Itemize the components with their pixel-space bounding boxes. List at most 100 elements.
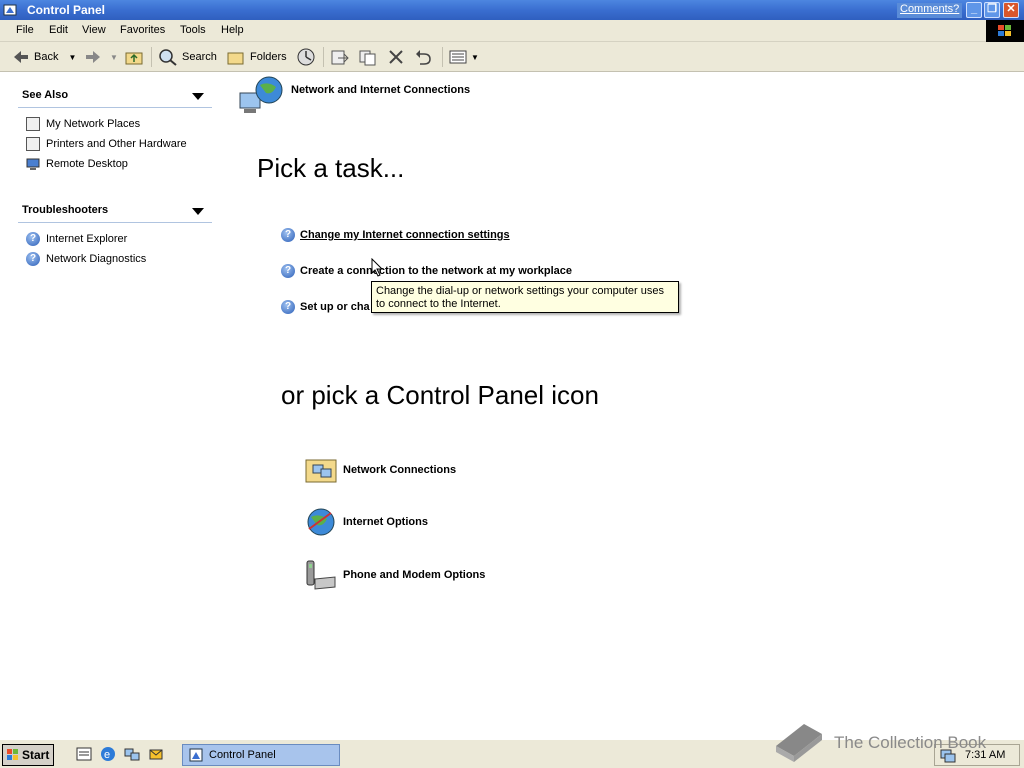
menu-bar: File Edit View Favorites Tools Help <box>0 20 1024 42</box>
search-icon <box>159 49 177 66</box>
section-divider <box>18 107 212 108</box>
folders-label: Folders <box>250 51 287 63</box>
task-label: Set up or cha <box>300 301 370 313</box>
tooltip: Change the dial-up or network settings y… <box>371 281 679 313</box>
link-label: Network Diagnostics <box>46 253 147 265</box>
folders-button[interactable]: Folders <box>226 47 287 67</box>
remote-desktop-icon <box>26 158 40 170</box>
history-button[interactable] <box>296 47 316 67</box>
svg-text:e: e <box>104 749 110 761</box>
forward-button[interactable]: ▼ <box>84 47 118 67</box>
cp-label: Network Connections <box>343 464 457 476</box>
troubleshooters-collapse-icon[interactable] <box>192 208 204 215</box>
views-dropdown-icon[interactable]: ▼ <box>471 53 479 62</box>
close-button[interactable]: ✕ <box>1003 2 1019 18</box>
menu-view[interactable]: View <box>82 24 106 36</box>
watermark: The Collection Book <box>772 720 1012 766</box>
taskbar-item-control-panel[interactable]: Control Panel <box>182 744 340 766</box>
pick-icon-heading: or pick a Control Panel icon <box>281 380 599 410</box>
undo-icon <box>416 50 431 65</box>
copy-to-icon <box>359 50 376 66</box>
back-label: Back <box>34 51 59 63</box>
category-heading: Network and Internet Connections <box>291 84 471 96</box>
network-tray-icon[interactable] <box>124 746 140 762</box>
help-icon: ? <box>26 252 40 266</box>
link-internet-explorer[interactable]: ? Internet Explorer <box>26 232 127 246</box>
link-printers-hardware[interactable]: Printers and Other Hardware <box>26 137 187 151</box>
toolbar-separator <box>151 47 152 67</box>
minimize-button[interactable]: _ <box>966 2 982 18</box>
mouse-cursor-icon <box>371 258 384 277</box>
task-change-connection[interactable]: ? Change my Internet connection settings <box>281 228 510 242</box>
forward-arrow-icon <box>86 51 100 63</box>
back-dropdown-icon[interactable]: ▼ <box>68 53 76 62</box>
windows-logo <box>986 20 1024 42</box>
link-my-network-places[interactable]: My Network Places <box>26 117 140 131</box>
search-label: Search <box>182 51 217 63</box>
link-remote-desktop[interactable]: Remote Desktop <box>26 157 128 171</box>
link-label: My Network Places <box>46 118 141 130</box>
printers-icon <box>26 137 40 151</box>
link-network-diagnostics[interactable]: ? Network Diagnostics <box>26 252 146 266</box>
menu-edit[interactable]: Edit <box>49 24 68 36</box>
troubleshooters-title: Troubleshooters <box>22 204 109 216</box>
folders-icon <box>227 52 244 65</box>
task-help-icon: ? <box>281 300 295 314</box>
book-icon <box>776 724 822 762</box>
views-icon <box>449 50 467 64</box>
views-button[interactable]: ▼ <box>448 47 479 67</box>
cp-network-connections[interactable]: Network Connections <box>305 455 456 485</box>
see-also-title: See Also <box>22 89 69 101</box>
task-set-up-network[interactable]: ? Set up or cha <box>281 300 370 314</box>
task-label: Create a connection to the network at my… <box>300 265 573 277</box>
menu-tools[interactable]: Tools <box>180 24 206 36</box>
section-divider <box>18 222 212 223</box>
copy-to-button[interactable] <box>358 47 378 67</box>
cp-label: Internet Options <box>343 516 428 528</box>
search-button[interactable]: Search <box>158 47 217 67</box>
toolbar: Back ▼ ▼ Search Folders ▼ <box>0 42 1024 72</box>
delete-button[interactable] <box>387 47 405 67</box>
control-panel-icon <box>189 748 203 762</box>
show-desktop-icon[interactable] <box>76 746 92 762</box>
back-arrow-icon <box>14 51 28 63</box>
comments-link[interactable]: Comments? <box>897 3 963 18</box>
menu-file[interactable]: File <box>16 24 34 36</box>
link-label: Printers and Other Hardware <box>46 138 187 150</box>
start-button[interactable]: Start <box>2 744 54 766</box>
move-to-icon <box>331 50 349 65</box>
up-folder-button[interactable] <box>124 47 144 67</box>
link-label: Remote Desktop <box>46 158 128 170</box>
windows-flag-icon <box>998 25 1011 36</box>
network-connections-icon <box>305 459 337 483</box>
see-also-collapse-icon[interactable] <box>192 93 204 100</box>
main-content: Network and Internet Connections Pick a … <box>222 73 1024 738</box>
task-help-icon: ? <box>281 264 295 278</box>
internet-options-icon <box>307 508 335 536</box>
menu-help[interactable]: Help <box>221 24 244 36</box>
restore-button[interactable]: ❐ <box>984 2 1000 18</box>
link-label: Internet Explorer <box>46 233 128 245</box>
internet-explorer-icon[interactable]: e <box>100 746 116 762</box>
folder-up-icon <box>125 52 143 65</box>
pick-task-heading: Pick a task... <box>257 153 405 183</box>
toolbar-separator <box>442 47 443 67</box>
undo-button[interactable] <box>414 47 434 67</box>
menu-favorites[interactable]: Favorites <box>120 24 165 36</box>
outlook-express-icon[interactable] <box>148 746 164 762</box>
phone-modem-icon <box>306 560 336 590</box>
taskbar-item-label: Control Panel <box>209 749 276 761</box>
back-button[interactable]: Back ▼ <box>12 47 76 67</box>
toolbar-separator <box>323 47 324 67</box>
task-label: Change my Internet connection settings <box>300 229 510 241</box>
task-create-workplace-connection[interactable]: ? Create a connection to the network at … <box>281 264 572 278</box>
network-places-icon <box>26 117 40 131</box>
control-panel-icon <box>3 4 17 16</box>
watermark-text: The Collection Book <box>834 733 987 752</box>
move-to-button[interactable] <box>330 47 350 67</box>
windows-flag-icon <box>7 749 18 760</box>
cp-internet-options[interactable]: Internet Options <box>305 507 428 537</box>
forward-dropdown-icon[interactable]: ▼ <box>110 53 118 62</box>
history-icon <box>297 48 315 66</box>
cp-phone-modem-options[interactable]: Phone and Modem Options <box>305 559 485 591</box>
